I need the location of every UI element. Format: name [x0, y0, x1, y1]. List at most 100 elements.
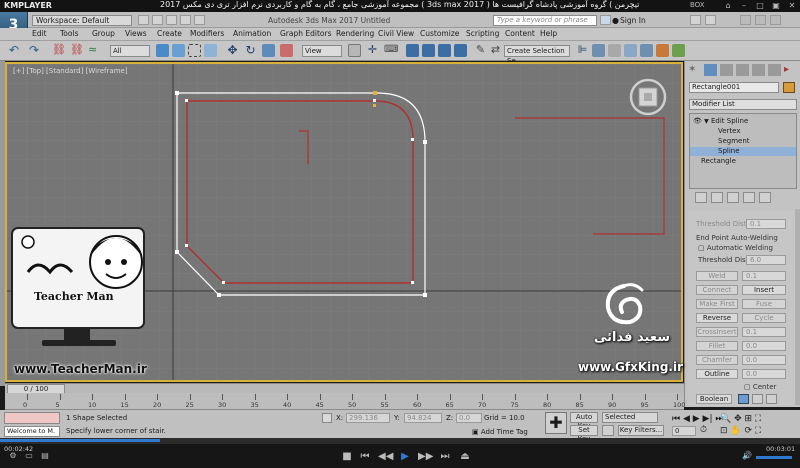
menu-edit[interactable]: Edit — [32, 29, 47, 38]
rectangular-selection-icon[interactable] — [188, 44, 201, 57]
selected-dropdown[interactable]: Selected — [602, 412, 658, 423]
viewport-label[interactable]: [+] [Top] [Standard] [Wireframe] — [13, 67, 128, 75]
seek-bar[interactable] — [0, 438, 800, 444]
pivot-point-icon[interactable] — [348, 44, 361, 57]
automatic-welding-checkbox[interactable]: ▢ Automatic Welding — [698, 244, 773, 252]
mirror-icon[interactable]: ⇄ — [489, 44, 502, 57]
add-time-tag-button[interactable]: ▣ Add Time Tag — [472, 428, 528, 436]
redo-quick-icon[interactable] — [194, 15, 205, 25]
scale-icon[interactable] — [262, 44, 275, 57]
menu-help[interactable]: Help — [540, 29, 557, 38]
boolean-button[interactable]: Boolean — [696, 394, 732, 404]
menu-content[interactable]: Content — [505, 29, 535, 38]
stack-item-segment[interactable]: Segment — [690, 137, 796, 146]
auto-key-button[interactable]: Auto Key — [570, 412, 598, 430]
place-icon[interactable] — [280, 44, 293, 57]
command-panel-scrollbar[interactable] — [795, 209, 800, 405]
undo-quick-icon[interactable] — [180, 15, 191, 25]
boolean-union-icon[interactable] — [738, 394, 749, 404]
z-coordinate-field[interactable]: 0.0 — [456, 413, 482, 423]
save-icon[interactable] — [166, 15, 177, 25]
rotate-icon[interactable]: ↻ — [244, 44, 257, 57]
crossinsert-button[interactable]: CrossInsert — [696, 327, 738, 337]
set-key-button[interactable]: Set Key — [570, 425, 598, 443]
volume-slider[interactable] — [756, 456, 792, 459]
threshold-dist-spinner[interactable]: 0.1 — [746, 219, 786, 229]
menu-scripting[interactable]: Scripting — [466, 29, 499, 38]
time-slider[interactable]: 0 / 100 — [5, 383, 684, 394]
menu-customize[interactable]: Customize — [420, 29, 459, 38]
user-icon[interactable]: ● — [612, 16, 619, 25]
weld-spinner[interactable]: 0.1 — [742, 271, 786, 281]
key-mode-icon[interactable] — [602, 425, 614, 436]
fillet-spinner[interactable]: 0.0 — [742, 341, 786, 351]
object-color-swatch[interactable] — [783, 82, 795, 93]
threshold-dist2-spinner[interactable]: 6.0 — [746, 255, 786, 265]
menu-animation[interactable]: Animation — [233, 29, 271, 38]
percent-snap-icon[interactable] — [438, 44, 451, 57]
make-first-button[interactable]: Make First — [696, 299, 738, 309]
toggle-layer-explorer-icon[interactable] — [608, 44, 621, 57]
select-link-icon[interactable]: ⛓ — [52, 44, 66, 57]
play-icon[interactable]: ▶ — [398, 451, 412, 462]
x-coordinate-field[interactable]: 299.136 — [346, 413, 390, 423]
outline-button[interactable]: Outline — [696, 369, 738, 379]
selection-lock-icon[interactable] — [322, 413, 332, 423]
move-icon[interactable]: ✥ — [226, 44, 239, 57]
snap-toggle-icon[interactable] — [406, 44, 419, 57]
curve-editor-icon[interactable] — [624, 44, 637, 57]
subtitle-icon[interactable]: ▤ — [38, 451, 52, 460]
forward-icon[interactable]: ▶▶ — [418, 451, 433, 462]
window-crossing-icon[interactable] — [204, 44, 217, 57]
close-icon[interactable]: ✕ — [786, 1, 798, 11]
y-coordinate-field[interactable]: 94.824 — [404, 413, 442, 423]
rewind-icon[interactable]: ◀◀ — [378, 451, 393, 462]
insert-button[interactable]: Insert — [742, 285, 786, 295]
settings-icon[interactable]: ⚙ — [6, 451, 20, 460]
menu-tools[interactable]: Tools — [60, 29, 78, 38]
minimize-icon[interactable]: – — [738, 1, 750, 11]
named-selection-sets-dropdown[interactable]: Create Selection Se — [504, 45, 570, 65]
viewport-navigation-controls[interactable]: 🔍 ✥ ⊞ ⛶ — [720, 414, 761, 424]
make-unique-icon[interactable] — [727, 192, 739, 203]
utilities-tab-icon[interactable] — [768, 64, 781, 76]
next-icon[interactable]: ⏭ — [438, 451, 452, 462]
modify-tab-icon[interactable] — [704, 64, 717, 76]
show-end-result-icon[interactable] — [711, 192, 723, 203]
reverse-button[interactable]: Reverse — [696, 313, 738, 323]
redo-icon[interactable]: ↷ — [29, 44, 42, 57]
object-name-field[interactable]: Rectangle001 — [689, 82, 779, 93]
track-bar[interactable]: 0 5 10 15 20 25 30 35 40 45 50 55 60 65 70 75 80 85 90 95 10… — [5, 393, 685, 410]
bind-space-warp-icon[interactable]: ≈ — [88, 44, 101, 57]
select-manipulate-icon[interactable]: ✛ — [366, 44, 379, 57]
menu-modifiers[interactable]: Modifiers — [190, 29, 224, 38]
welcome-field[interactable]: Welcome to M. — [4, 426, 60, 437]
stack-item-rectangle[interactable]: Rectangle — [690, 157, 796, 166]
maximize-icon[interactable]: □ — [754, 1, 766, 11]
select-object-icon[interactable] — [156, 44, 169, 57]
boolean-subtract-icon[interactable] — [752, 394, 763, 404]
select-by-name-icon[interactable] — [172, 44, 185, 57]
fillet-button[interactable]: Fillet — [696, 341, 738, 351]
infocenter-icon[interactable] — [600, 15, 611, 25]
menu-civil-view[interactable]: Civil View — [378, 29, 414, 38]
search-input[interactable]: Type a keyword or phrase — [493, 15, 597, 26]
toggle-scene-explorer-icon[interactable] — [592, 44, 605, 57]
eye-icon[interactable]: 👁 — [693, 117, 702, 125]
unlink-icon[interactable]: ⛓ — [70, 44, 84, 57]
weld-button[interactable]: Weld — [696, 271, 738, 281]
connect-button[interactable]: Connect — [696, 285, 738, 295]
material-editor-icon[interactable] — [656, 44, 669, 57]
chamfer-button[interactable]: Chamfer — [696, 355, 738, 365]
prev-icon[interactable]: ⏮ — [358, 451, 372, 462]
maxscript-listener-field[interactable] — [4, 412, 60, 424]
edit-named-selection-icon[interactable]: ✎ — [474, 44, 487, 57]
menu-graph-editors[interactable]: Graph Editors — [280, 29, 332, 38]
playback-controls[interactable]: ⏮ ◀ ▶ ▶| ⏭ — [672, 414, 723, 424]
motion-tab-icon[interactable] — [736, 64, 749, 76]
sign-in-link[interactable]: Sign In — [620, 16, 646, 25]
configure-modifier-sets-icon[interactable] — [759, 192, 771, 203]
undo-icon[interactable]: ↶ — [9, 44, 22, 57]
volume-icon[interactable]: 🔊 — [740, 451, 754, 460]
hierarchy-tab-icon[interactable] — [720, 64, 733, 76]
